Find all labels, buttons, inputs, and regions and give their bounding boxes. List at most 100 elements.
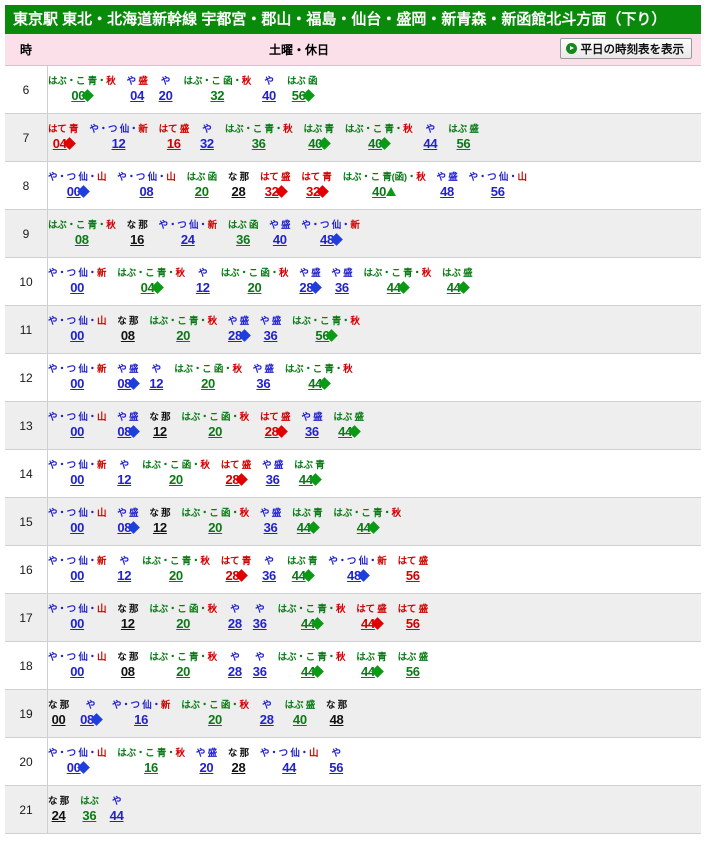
- departure-entry[interactable]: な 那 12: [149, 508, 170, 535]
- departure-entry[interactable]: や・つ 仙・新 00: [48, 268, 106, 295]
- departure-time[interactable]: 08: [75, 233, 89, 247]
- departure-time[interactable]: 32: [210, 89, 224, 103]
- departure-entry[interactable]: はぶ・こ 青・秋 40: [345, 124, 413, 151]
- departure-entry[interactable]: な 那 12: [149, 412, 170, 439]
- departure-time[interactable]: 36: [335, 281, 349, 295]
- departure-time[interactable]: 12: [153, 425, 167, 439]
- departure-entry[interactable]: な 那 16: [127, 220, 148, 247]
- departure-time[interactable]: 36: [262, 569, 276, 583]
- departure-entry[interactable]: はぶ・こ 函・秋 20: [174, 364, 242, 391]
- departure-entry[interactable]: はぶ 青 44: [287, 556, 318, 583]
- departure-time[interactable]: 56: [406, 617, 420, 631]
- departure-time[interactable]: 36: [264, 329, 278, 343]
- departure-time[interactable]: 00: [70, 521, 84, 535]
- departure-time[interactable]: 12: [117, 473, 131, 487]
- departure-entry[interactable]: はぶ 青 44: [292, 508, 323, 535]
- departure-entry[interactable]: はぶ 盛 56: [448, 124, 479, 151]
- departure-time[interactable]: 20: [169, 473, 183, 487]
- departure-entry[interactable]: や 44: [423, 124, 437, 151]
- departure-time[interactable]: 20: [208, 425, 222, 439]
- departure-time[interactable]: 00: [70, 329, 84, 343]
- departure-entry[interactable]: はぶ・こ 青・秋 20: [142, 556, 210, 583]
- departure-entry[interactable]: な 那 24: [48, 796, 69, 823]
- departure-entry[interactable]: はぶ 盛 56: [398, 652, 429, 679]
- departure-time[interactable]: 36: [236, 233, 250, 247]
- departure-entry[interactable]: や 32: [200, 124, 214, 151]
- departure-entry[interactable]: や・つ 仙・山 44: [260, 748, 318, 775]
- departure-entry[interactable]: はぶ 盛 44: [333, 412, 364, 439]
- departure-time[interactable]: 20: [248, 281, 262, 295]
- departure-entry[interactable]: や 盛 08: [117, 412, 141, 439]
- departure-entry[interactable]: はぶ・こ 青・秋 36: [225, 124, 293, 151]
- departure-time[interactable]: 48: [330, 713, 344, 727]
- departure-entry[interactable]: はぶ・こ 青・秋 00: [48, 76, 116, 103]
- departure-time[interactable]: 16: [167, 137, 181, 151]
- departure-time[interactable]: 00: [70, 665, 84, 679]
- departure-entry[interactable]: や・つ 仙・新 24: [159, 220, 217, 247]
- departure-entry[interactable]: や 盛 28: [228, 316, 251, 343]
- departure-time[interactable]: 28: [260, 713, 274, 727]
- departure-entry[interactable]: や 36: [262, 556, 276, 583]
- departure-time[interactable]: 36: [82, 809, 96, 823]
- departure-entry[interactable]: や・つ 仙・新 48: [301, 220, 360, 247]
- departure-entry[interactable]: や・つ 仙・山 08: [117, 172, 175, 199]
- departure-time[interactable]: 56: [491, 185, 505, 199]
- departure-entry[interactable]: や 12: [196, 268, 210, 295]
- departure-entry[interactable]: な 那 08: [117, 316, 138, 343]
- departure-time[interactable]: 00: [52, 713, 66, 727]
- departure-entry[interactable]: はぶ・こ 青・秋 08: [48, 220, 116, 247]
- departure-entry[interactable]: や 12: [117, 460, 131, 487]
- departure-entry[interactable]: はて 盛 56: [398, 604, 429, 631]
- departure-entry[interactable]: や 40: [262, 76, 276, 103]
- departure-time[interactable]: 44: [423, 137, 437, 151]
- departure-entry[interactable]: や・つ 仙・新 12: [89, 124, 147, 151]
- departure-entry[interactable]: や・つ 仙・新 48: [328, 556, 387, 583]
- departure-entry[interactable]: はて 盛 16: [159, 124, 190, 151]
- departure-entry[interactable]: や 20: [159, 76, 173, 103]
- departure-entry[interactable]: はぶ 函 56: [287, 76, 318, 103]
- departure-entry[interactable]: や 28: [228, 652, 242, 679]
- departure-entry[interactable]: な 那 00: [48, 700, 69, 727]
- departure-entry[interactable]: や 12: [117, 556, 131, 583]
- departure-entry[interactable]: や・つ 仙・新 00: [48, 556, 106, 583]
- departure-time[interactable]: 08: [121, 329, 135, 343]
- departure-time[interactable]: 44: [110, 809, 124, 823]
- departure-time[interactable]: 20: [208, 521, 222, 535]
- departure-time[interactable]: 28: [228, 665, 242, 679]
- departure-time[interactable]: 00: [70, 425, 84, 439]
- departure-entry[interactable]: や 盛 08: [117, 364, 141, 391]
- departure-entry[interactable]: や 盛 40: [269, 220, 290, 247]
- departure-time[interactable]: 12: [196, 281, 210, 295]
- departure-entry[interactable]: はぶ・こ 函・秋 20: [142, 460, 210, 487]
- departure-time[interactable]: 20: [195, 185, 209, 199]
- departure-entry[interactable]: はぶ・こ 青・秋 16: [117, 748, 185, 775]
- departure-time[interactable]: 36: [252, 137, 266, 151]
- departure-entry[interactable]: はぶ・こ 函・秋 20: [149, 604, 217, 631]
- departure-entry[interactable]: や 盛 48: [437, 172, 458, 199]
- departure-entry[interactable]: や 盛 28: [299, 268, 323, 295]
- departure-time[interactable]: 40: [262, 89, 276, 103]
- departure-entry[interactable]: や 盛 36: [260, 316, 281, 343]
- departure-time[interactable]: 36: [305, 425, 319, 439]
- departure-entry[interactable]: はぶ 盛 40: [285, 700, 316, 727]
- departure-entry[interactable]: はぶ 盛 44: [442, 268, 473, 295]
- departure-time[interactable]: 16: [130, 233, 144, 247]
- departure-time[interactable]: 00: [70, 473, 84, 487]
- departure-entry[interactable]: や 盛 36: [331, 268, 352, 295]
- departure-entry[interactable]: はぶ 青 44: [294, 460, 325, 487]
- departure-entry[interactable]: や 盛 36: [253, 364, 274, 391]
- departure-time[interactable]: 00: [70, 569, 84, 583]
- departure-entry[interactable]: はて 青 32: [301, 172, 332, 199]
- departure-entry[interactable]: や 盛 08: [117, 508, 141, 535]
- departure-time[interactable]: 24: [52, 809, 66, 823]
- departure-time[interactable]: 48: [440, 185, 454, 199]
- departure-entry[interactable]: はぶ・こ 函・秋 32: [184, 76, 252, 103]
- departure-time[interactable]: 00: [70, 281, 84, 295]
- departure-time[interactable]: 36: [256, 377, 270, 391]
- departure-time[interactable]: 40: [273, 233, 287, 247]
- departure-entry[interactable]: や・つ 仙・山 00: [48, 748, 106, 775]
- departure-entry[interactable]: はぶ・こ 青・秋 20: [149, 316, 217, 343]
- departure-time[interactable]: 36: [253, 617, 267, 631]
- departure-entry[interactable]: はて 盛 44: [356, 604, 387, 631]
- departure-time[interactable]: 20: [208, 713, 222, 727]
